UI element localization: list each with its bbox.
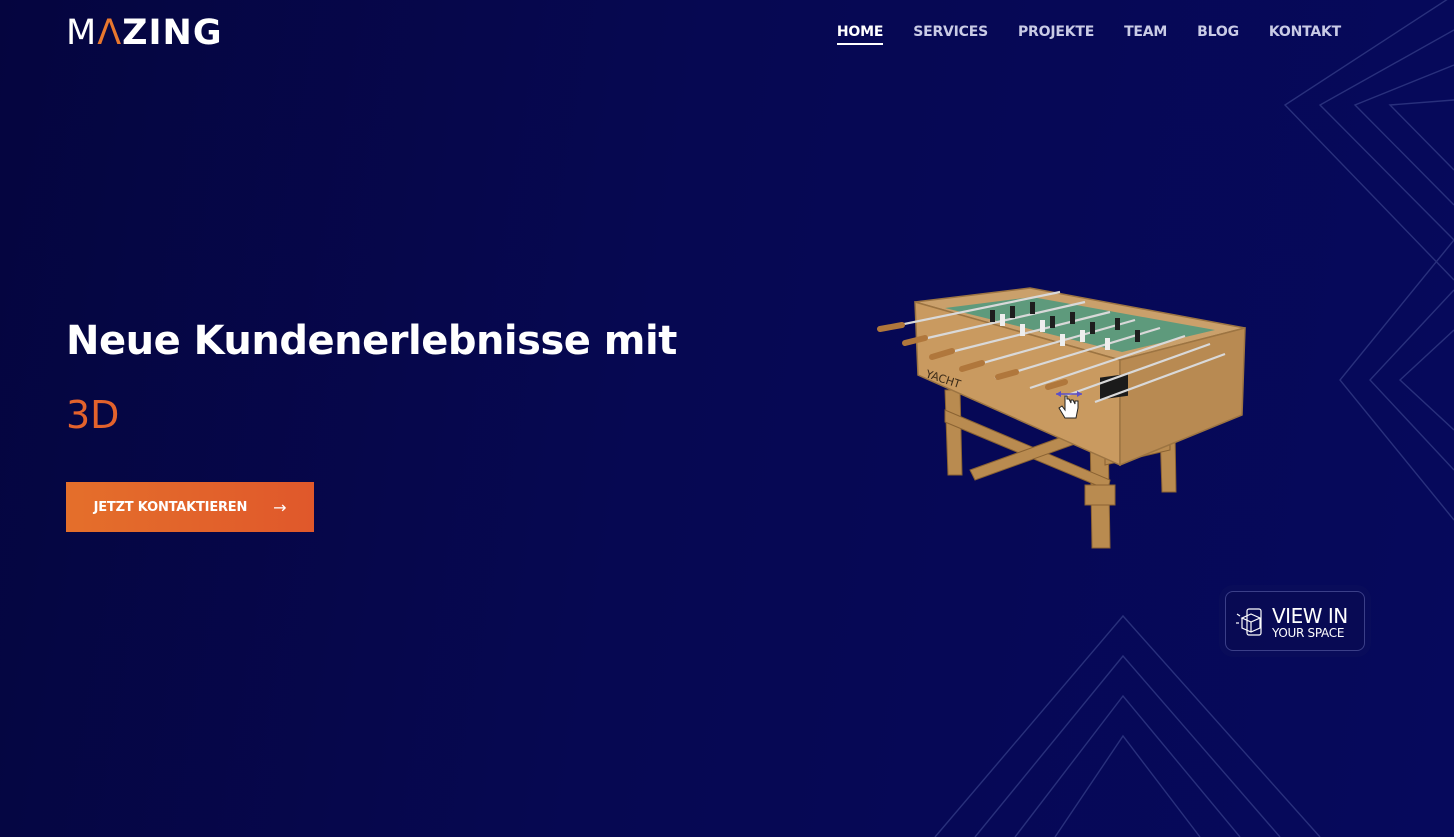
- main-navigation: HOME SERVICES PROJEKTE TEAM BLOG KONTAKT: [836, 24, 1341, 45]
- ar-button-line1: VIEW IN: [1272, 604, 1348, 628]
- brand-logo[interactable]: M Λ ZING: [66, 14, 223, 52]
- nav-item-blog[interactable]: BLOG: [1197, 24, 1239, 45]
- view-in-your-space-button[interactable]: VIEW IN YOUR SPACE: [1225, 591, 1365, 651]
- nav-item-kontakt[interactable]: KONTAKT: [1269, 24, 1341, 45]
- nav-item-projekte[interactable]: PROJEKTE: [1018, 24, 1094, 45]
- nav-item-services[interactable]: SERVICES: [913, 24, 988, 45]
- cta-label: JETZT KONTAKTIEREN: [93, 499, 248, 515]
- nav-item-home[interactable]: HOME: [836, 24, 883, 45]
- logo-letters-zing: ZING: [122, 12, 223, 53]
- hero-accent-text: 3D: [66, 393, 120, 437]
- foosball-table-3d-model[interactable]: YACHT: [870, 280, 1260, 570]
- arrow-right-icon: →: [273, 497, 287, 517]
- logo-letter-m: M: [66, 12, 98, 53]
- ar-button-line2: YOUR SPACE: [1272, 626, 1345, 640]
- hero-title: Neue Kundenerlebnisse mit: [66, 318, 677, 364]
- ar-cube-icon: [1236, 608, 1262, 636]
- nav-item-team[interactable]: TEAM: [1124, 24, 1167, 45]
- logo-accent-letter: Λ: [97, 12, 123, 53]
- contact-cta-button[interactable]: JETZT KONTAKTIEREN →: [66, 482, 314, 532]
